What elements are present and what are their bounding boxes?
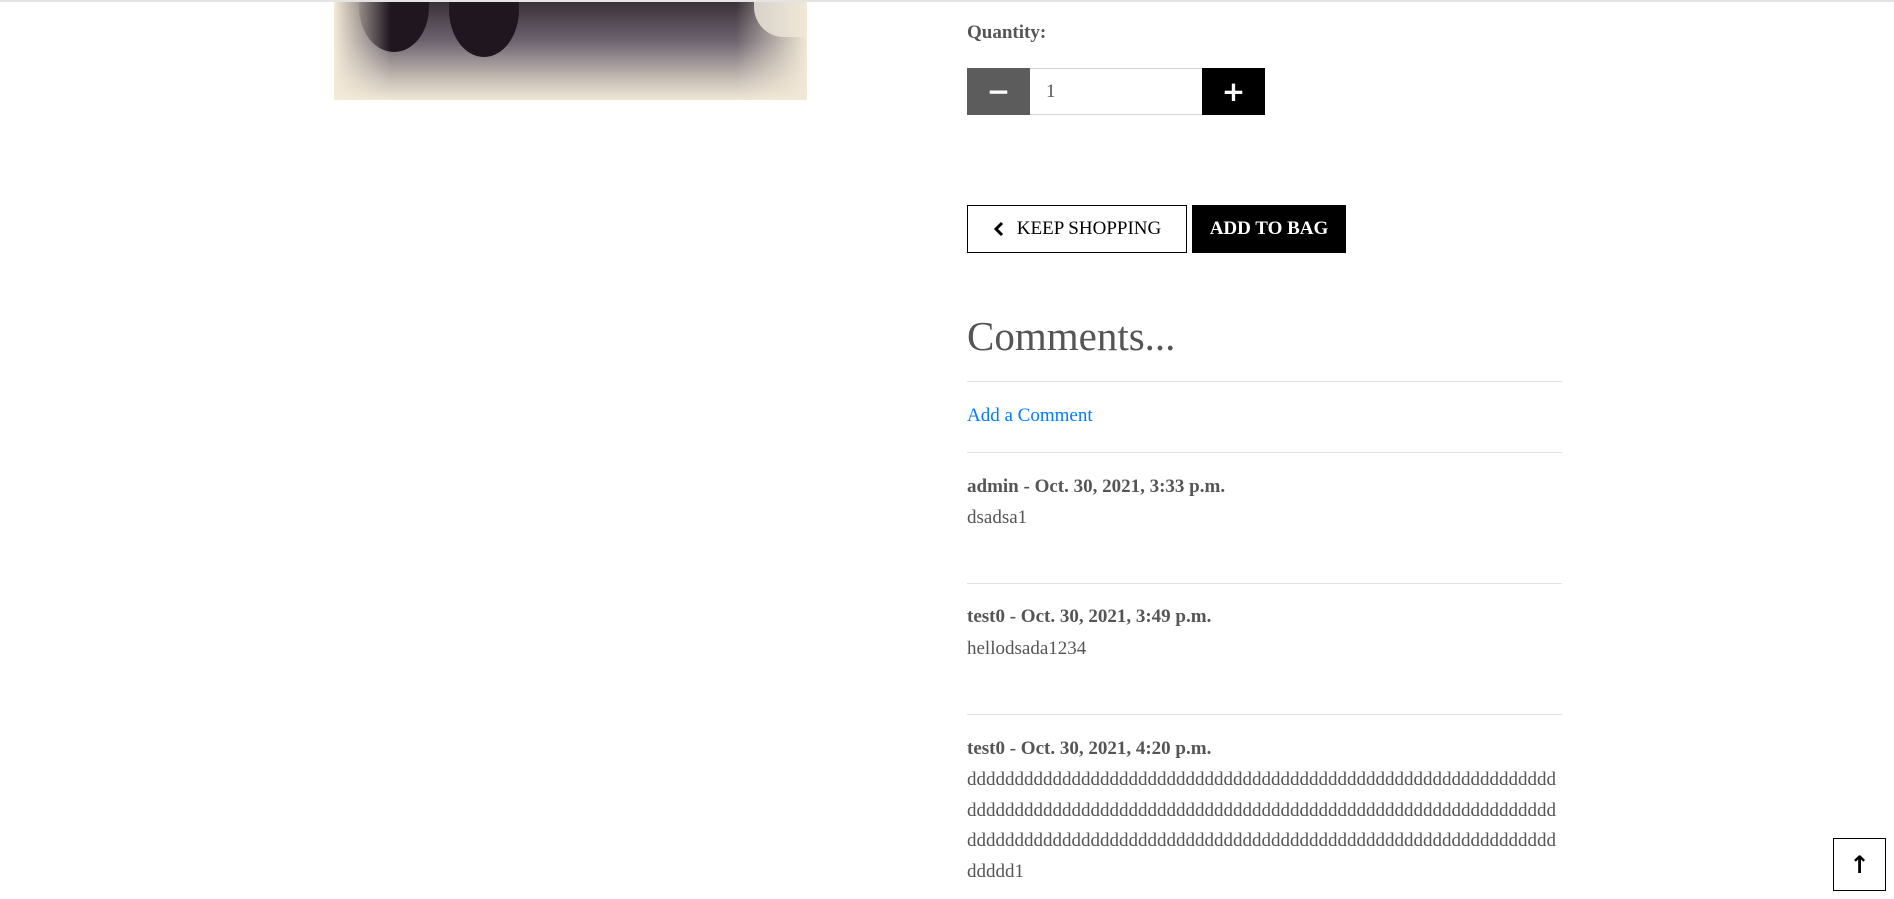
comments-heading: Comments... — [967, 313, 1176, 359]
comment-header: test0 - Oct. 30, 2021, 4:20 p.m. — [967, 738, 1212, 759]
divider — [967, 452, 1562, 453]
divider — [967, 714, 1562, 715]
comment-body: dddddddddddddddddddddddddddddddddddddddd… — [967, 769, 1556, 882]
keep-shopping-label: KEEP SHOPPING — [1016, 218, 1162, 239]
add-to-bag-button[interactable]: ADD TO BAG — [1192, 205, 1346, 253]
scroll-to-top-button[interactable]: ↑ — [1833, 838, 1886, 891]
minus-icon: − — [986, 75, 1011, 108]
comment-header: admin - Oct. 30, 2021, 3:33 p.m. — [967, 476, 1226, 497]
chevron-left-icon — [993, 221, 1003, 237]
comment-body: dsadsa1 — [967, 507, 1028, 528]
quantity-input[interactable] — [1030, 68, 1202, 115]
quantity-stepper: − + — [967, 68, 1265, 115]
add-comment-link[interactable]: Add a Comment — [967, 405, 1093, 427]
comment-body: hellodsada1234 — [967, 638, 1087, 659]
divider — [967, 583, 1562, 584]
divider — [967, 381, 1562, 382]
comment-header: test0 - Oct. 30, 2021, 3:49 p.m. — [967, 606, 1212, 627]
plus-icon: + — [1221, 75, 1246, 108]
header-divider — [0, 0, 1894, 2]
quantity-label: Quantity: — [967, 22, 1047, 43]
increment-button[interactable]: + — [1202, 68, 1265, 115]
product-image — [334, 2, 807, 100]
arrow-up-icon: ↑ — [1849, 850, 1870, 879]
decrement-button[interactable]: − — [967, 68, 1030, 115]
keep-shopping-button[interactable]: KEEP SHOPPING — [967, 205, 1187, 253]
